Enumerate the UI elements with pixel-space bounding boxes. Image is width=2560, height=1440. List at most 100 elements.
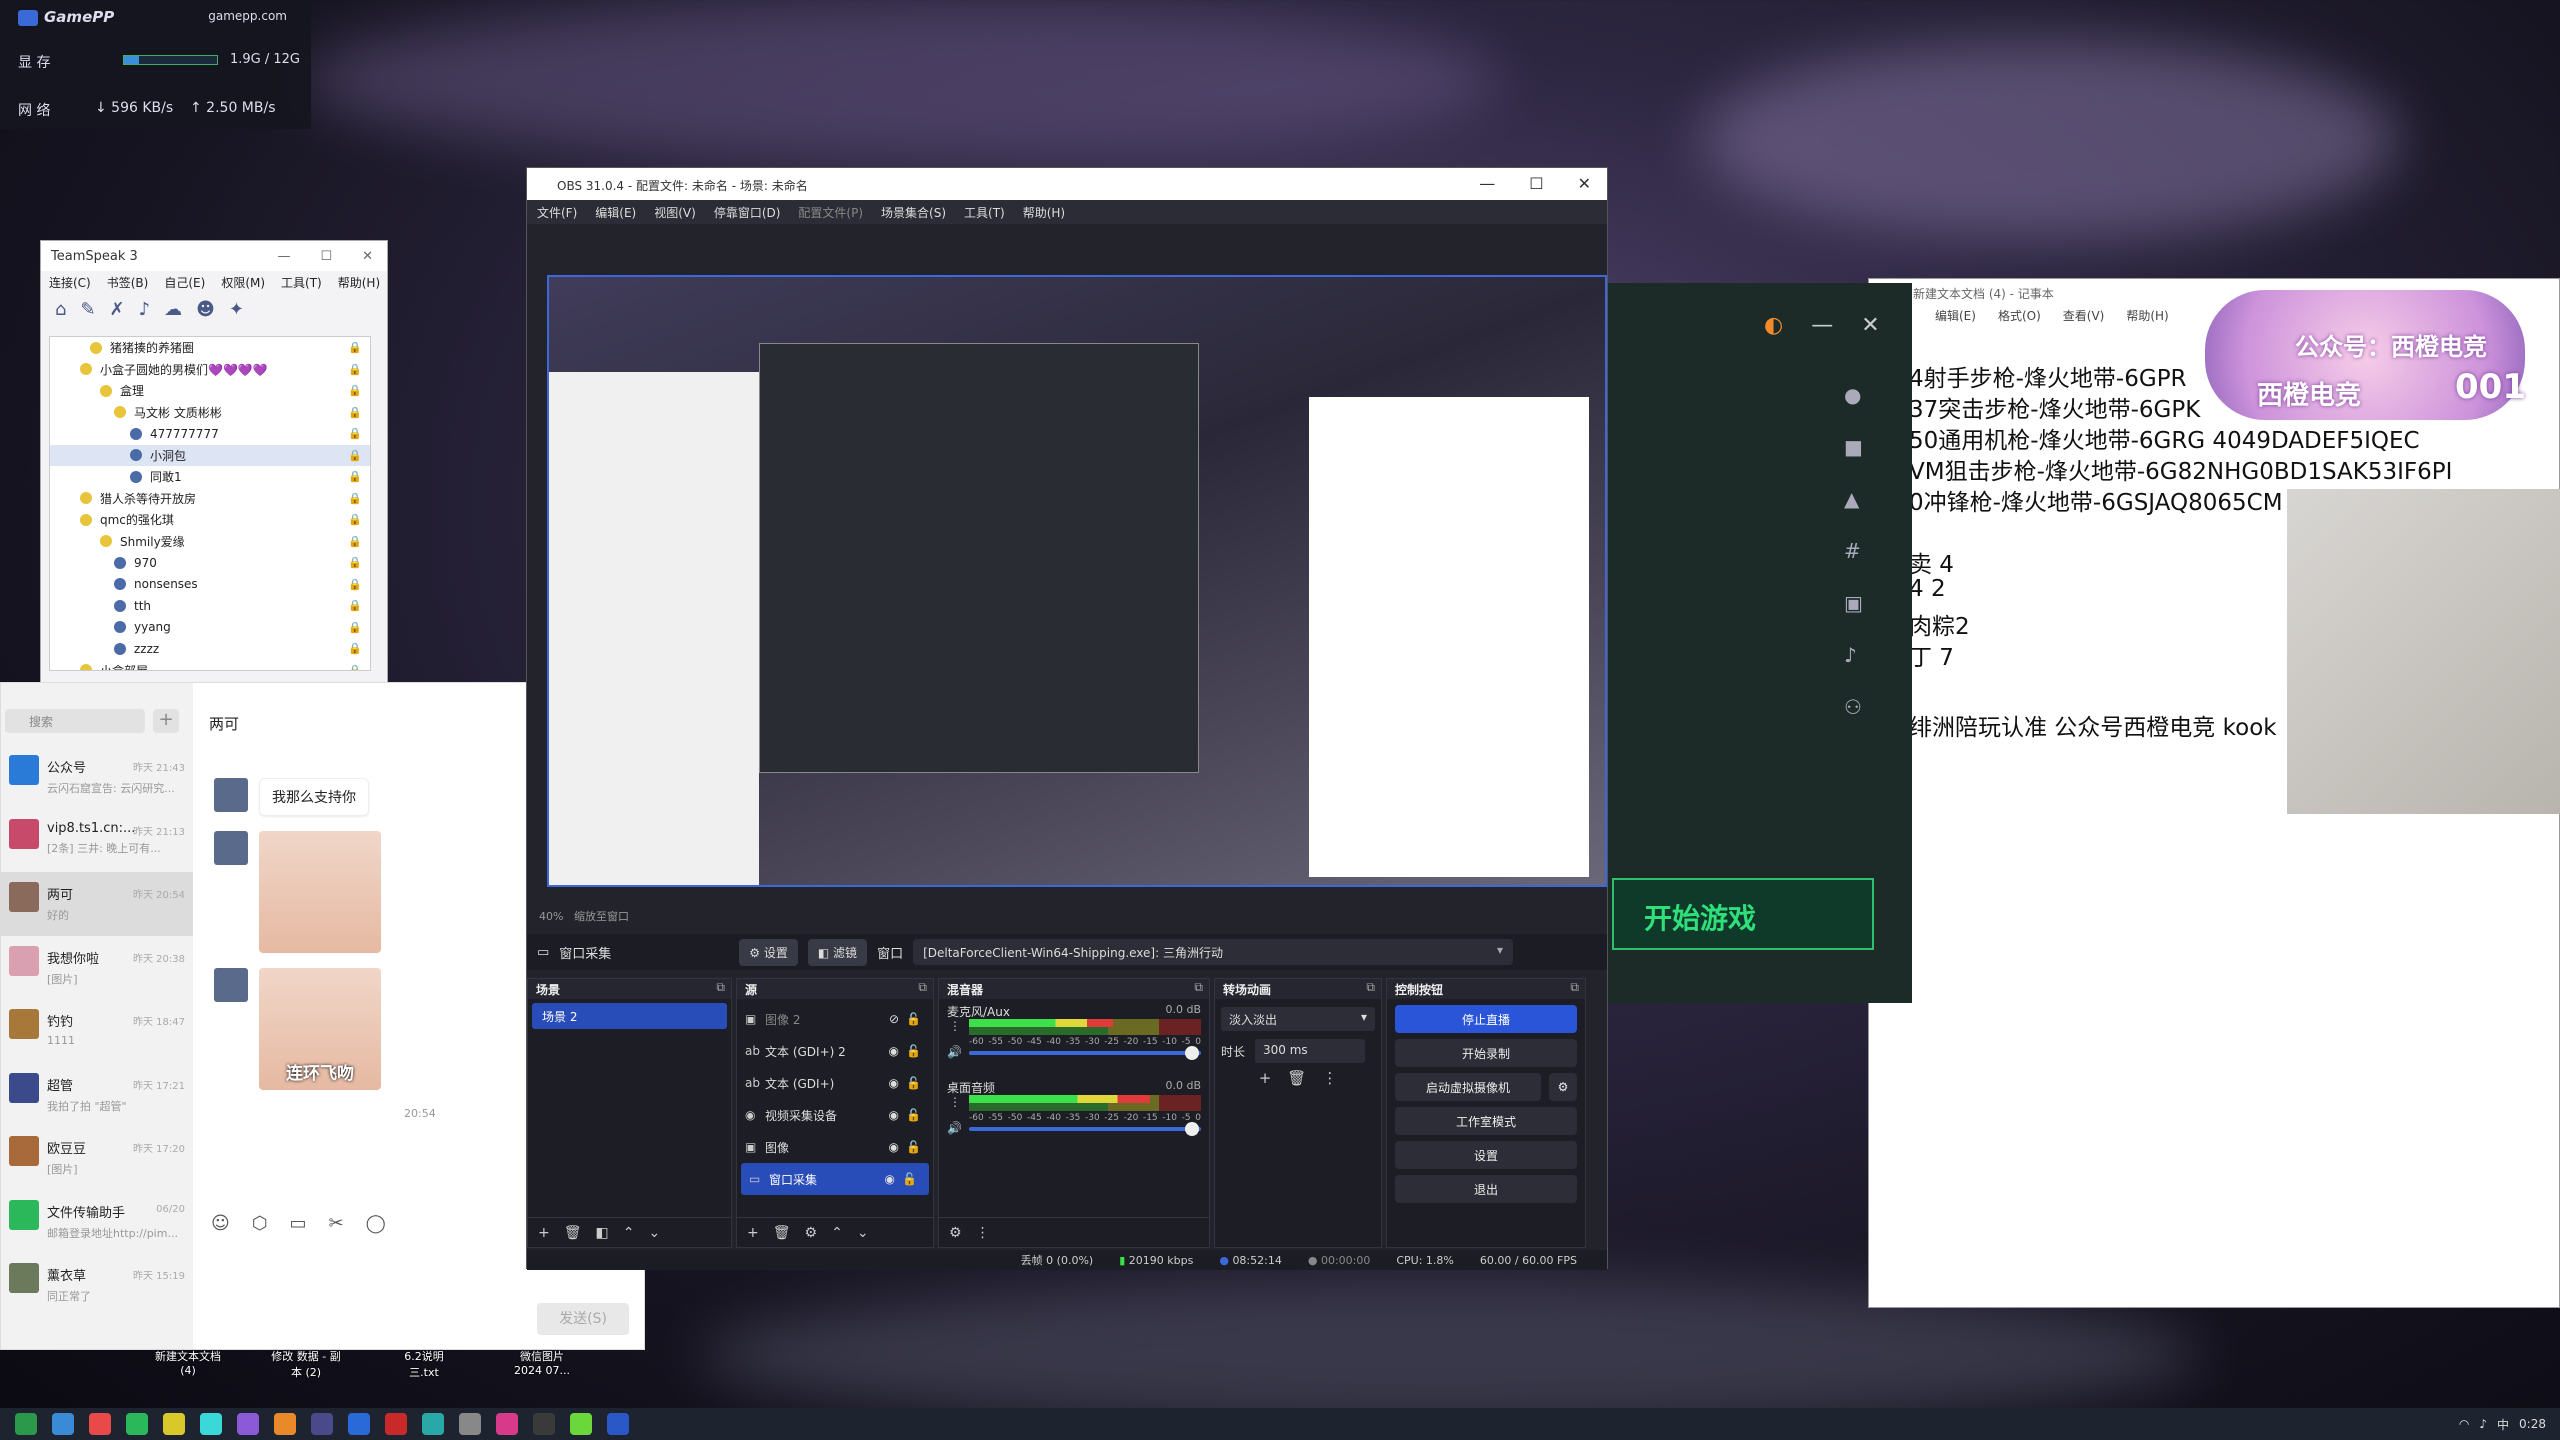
conversation-item[interactable]: 欧豆豆 [图片] 昨天 17:20 (1, 1126, 193, 1190)
eye-icon[interactable]: ◉ (889, 1044, 899, 1058)
menu-item[interactable]: 帮助(H) (2126, 307, 2168, 324)
game-icon[interactable] (570, 1413, 592, 1435)
group-icon[interactable]: ⚇ (1844, 695, 1863, 719)
eye-icon[interactable]: ◉ (889, 1108, 899, 1122)
menu-item[interactable]: 自己(E) (164, 274, 205, 291)
menu-item[interactable]: 配置文件(P) (798, 204, 863, 221)
lock-icon[interactable]: 🔓 (906, 1044, 921, 1058)
chrome-icon[interactable] (163, 1413, 185, 1435)
conversation-item[interactable]: 公众号 云闪石窟宣告: 云闪研究... 昨天 21:43 (1, 745, 193, 809)
menu-item[interactable]: 连接(C) (49, 274, 91, 291)
connect-icon[interactable]: ⌂ (55, 299, 66, 320)
ts-user[interactable]: 970 🔒 (50, 552, 370, 574)
folder-icon[interactable] (200, 1413, 222, 1435)
add-icon[interactable]: + (747, 1225, 759, 1241)
source-item[interactable]: ▣ 图像 ◉ 🔓 (737, 1131, 933, 1163)
maximize-icon[interactable]: ☐ (1529, 174, 1543, 193)
source-item[interactable]: ab 文本 (GDI+) 2 ◉ 🔓 (737, 1035, 933, 1067)
search-input[interactable]: 搜索 (5, 709, 145, 733)
calendar-icon[interactable]: ▣ (1844, 591, 1863, 615)
conversation-item[interactable]: 超管 我拍了拍 "超管" 昨天 17:21 (1, 1063, 193, 1127)
conversation-item[interactable]: 钓钓 1111 昨天 18:47 (1, 999, 193, 1063)
more-icon[interactable]: ⋮ (976, 1225, 990, 1241)
avatar[interactable] (214, 968, 248, 1002)
ts-user[interactable]: 小洞包 🔒 (50, 444, 370, 466)
steam-icon[interactable] (311, 1413, 333, 1435)
more-icon[interactable]: ⋮ (949, 1019, 961, 1033)
more-icon[interactable]: ⋮ (949, 1095, 961, 1109)
eye-icon[interactable]: ◉ (885, 1172, 895, 1186)
menu-item[interactable]: 视图(V) (654, 204, 696, 221)
eye-icon[interactable]: ◉ (889, 1140, 899, 1154)
conversation-item[interactable]: 文件传输助手 邮箱登录地址http://pim... 06/20 (1, 1190, 193, 1254)
input-language[interactable]: 中 (2497, 1416, 2509, 1433)
conversation-item[interactable]: 两可 好的 昨天 20:54 (1, 872, 193, 936)
ts-channel[interactable]: Shmily爱缘 🔒 (50, 531, 370, 553)
add-icon[interactable]: + (538, 1225, 550, 1241)
desktop-icon[interactable]: 修改 数据 - 副本 (2) (270, 1348, 342, 1380)
eye-icon[interactable]: ◉ (889, 1076, 899, 1090)
ts-user[interactable]: yyang 🔒 (50, 617, 370, 639)
package-icon[interactable]: ⬡ (252, 1213, 268, 1234)
more-icon[interactable]: ⋮ (1322, 1069, 1337, 1087)
menu-item[interactable]: 权限(M) (221, 274, 265, 291)
speaker-mute-icon[interactable]: ♪ (139, 299, 151, 320)
gear-icon[interactable]: ⚙ (1549, 1073, 1577, 1101)
ts-channel[interactable]: 小盒子圆她的男模们💜💜💜💜 🔒 (50, 359, 370, 381)
down-icon[interactable]: ⌄ (648, 1225, 660, 1241)
slider-knob[interactable] (1185, 1046, 1199, 1060)
send-button[interactable]: 发送(S) (537, 1303, 629, 1335)
menu-item[interactable]: 工具(T) (964, 204, 1005, 221)
close-icon[interactable]: ✕ (1578, 174, 1591, 193)
lock-icon[interactable]: 🔓 (906, 1140, 921, 1154)
menu-item[interactable]: 停靠窗口(D) (714, 204, 781, 221)
ts-user[interactable]: zzzz 🔒 (50, 638, 370, 660)
wechat-icon[interactable] (126, 1413, 148, 1435)
maximize-icon[interactable]: ☐ (320, 249, 332, 264)
ts-channel[interactable]: qmc的强化琪 🔒 (50, 509, 370, 531)
ts-channel[interactable]: 小盒部屋 🔒 (50, 660, 370, 670)
volume-slider[interactable] (969, 1046, 1201, 1060)
speaker-icon[interactable]: 🔊 (947, 1045, 962, 1059)
start-recording-button[interactable]: 开始录制 (1395, 1039, 1577, 1067)
conversation-item[interactable]: vip8.ts1.cn:... [2条] 三井: 晚上可有... 昨天 21:13 (1, 809, 193, 873)
window-select[interactable]: [DeltaForceClient-Win64-Shipping.exe]: 三… (913, 939, 1514, 965)
settings-button[interactable]: 设置 (1395, 1141, 1577, 1169)
wifi-icon[interactable]: ◠ (2459, 1417, 2469, 1431)
ts-channel[interactable]: 猪猪揍的养猪圈 🔒 (50, 337, 370, 359)
conversation-item[interactable]: 我想你啦 [图片] 昨天 20:38 (1, 936, 193, 1000)
menu-item[interactable]: 场景集合(S) (881, 204, 946, 221)
scissors-icon[interactable]: ✂ (329, 1213, 344, 1234)
stop-streaming-button[interactable]: 停止直播 (1395, 1005, 1577, 1033)
duration-input[interactable]: 300 ms (1255, 1039, 1366, 1063)
desktop-icon[interactable]: 6.2说明 三.txt (388, 1348, 460, 1380)
avatar[interactable] (214, 778, 248, 812)
trash-icon[interactable]: 🗑 (1287, 1069, 1306, 1087)
mic-mute-icon[interactable]: ✗ (110, 299, 125, 320)
trash-icon[interactable]: 🗑 (564, 1225, 582, 1241)
trash-icon[interactable]: 🗑 (773, 1225, 791, 1241)
settings-icon[interactable] (459, 1413, 481, 1435)
avatar[interactable] (214, 831, 248, 865)
permissions-icon[interactable]: ✦ (229, 299, 244, 320)
app-icon[interactable] (422, 1413, 444, 1435)
away-icon[interactable]: ☁ (164, 299, 182, 320)
add-icon[interactable]: + (1259, 1069, 1272, 1087)
source-item[interactable]: ab 文本 (GDI+) ◉ 🔓 (737, 1067, 933, 1099)
virtual-camera-button[interactable]: 启动虚拟摄像机 ⚙ (1395, 1073, 1577, 1101)
ts-channel[interactable]: 马文彬 文质彬彬 🔒 (50, 402, 370, 424)
emoji-icon[interactable]: ☺ (211, 1213, 230, 1234)
ts-user[interactable]: 477777777 🔒 (50, 423, 370, 445)
lock-icon[interactable]: 🔓 (906, 1108, 921, 1122)
music-icon[interactable] (496, 1413, 518, 1435)
ts-user[interactable]: tth 🔒 (50, 595, 370, 617)
sticker-image[interactable]: 连环飞吻 (259, 968, 381, 1090)
ts-channel[interactable]: 猎人杀等待开放房 🔒 (50, 488, 370, 510)
eye-off-icon[interactable]: ⊘ (889, 1012, 899, 1026)
menu-item[interactable]: 工具(T) (281, 274, 322, 291)
minimize-icon[interactable]: — (277, 249, 290, 264)
browser-icon[interactable] (348, 1413, 370, 1435)
qq-icon[interactable] (237, 1413, 259, 1435)
start-icon[interactable] (15, 1413, 37, 1435)
down-icon[interactable]: ⌄ (857, 1225, 869, 1241)
